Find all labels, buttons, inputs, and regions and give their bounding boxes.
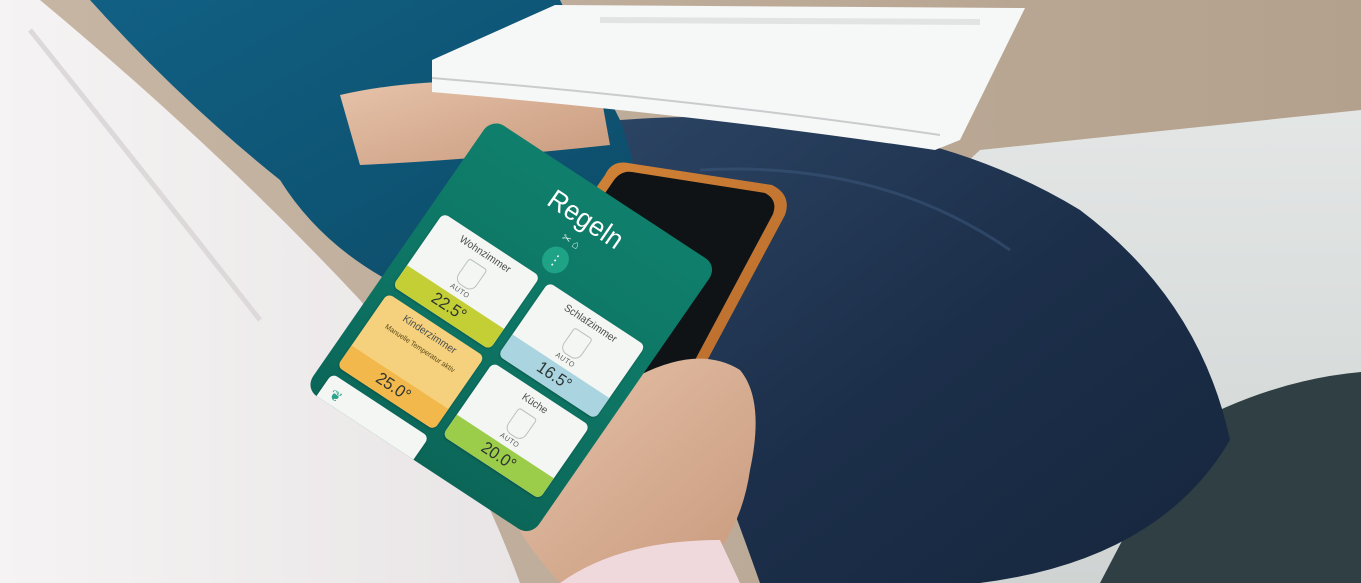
- paper-text-line: [599, 17, 981, 25]
- plant-icon: ❦: [326, 385, 346, 407]
- photo-scene: Regeln ✂ ⌂ ⋮ Wohnzimmer AUTO 22.5° Schla…: [0, 0, 1361, 583]
- home-icon[interactable]: ⌂: [569, 238, 582, 252]
